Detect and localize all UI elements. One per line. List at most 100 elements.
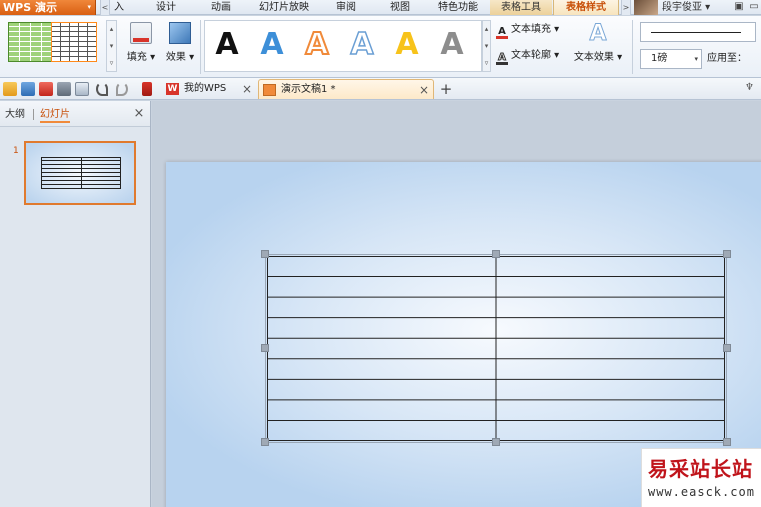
table-cell[interactable] [268, 318, 496, 338]
new-tab-button[interactable]: + [438, 79, 454, 99]
resize-handle-bottom[interactable] [492, 438, 500, 446]
table-cell[interactable] [497, 298, 725, 318]
tab-my-wps[interactable]: W 我的WPS × [162, 79, 256, 99]
expand-gallery-icon[interactable]: ▿ [107, 55, 116, 72]
table-cell[interactable] [268, 359, 496, 379]
table-cell[interactable] [497, 318, 725, 338]
table-cell[interactable] [497, 257, 725, 277]
menu-item-view[interactable]: 视图 [384, 0, 416, 15]
wordart-style-blue-outline[interactable]: A [342, 25, 382, 65]
menu-scroll-left-button[interactable]: < [100, 0, 110, 15]
app-name: WPS 演示 [3, 1, 57, 14]
wordart-style-gray[interactable]: A [432, 25, 472, 65]
expand-gallery-icon[interactable]: ▿ [483, 55, 490, 72]
table-cell[interactable] [268, 257, 496, 277]
table-cell[interactable] [497, 380, 725, 400]
table-cell[interactable] [497, 359, 725, 379]
line-weight-value: 1磅 [651, 53, 668, 64]
app-menu-button[interactable]: WPS 演示 ▾ [0, 0, 96, 15]
tab-outline[interactable]: 大纲 [5, 107, 25, 123]
resize-handle-bottom-right[interactable] [723, 438, 731, 446]
table-style-gallery-scroll[interactable]: ▴ ▾ ▿ [106, 20, 117, 72]
scroll-down-icon[interactable]: ▾ [483, 38, 490, 55]
wordart-style-gold[interactable]: A [387, 25, 427, 65]
wordart-gallery-scroll[interactable]: ▴ ▾ ▿ [482, 20, 491, 72]
scroll-down-icon[interactable]: ▾ [107, 38, 116, 55]
pin-icon[interactable] [142, 82, 152, 96]
apply-to-label[interactable]: 应用至： [707, 49, 747, 69]
close-icon[interactable]: × [132, 107, 146, 121]
table-cell[interactable] [268, 421, 496, 441]
menu-item-special[interactable]: 特色功能 [432, 0, 484, 15]
table-cell[interactable] [268, 277, 496, 297]
redo-icon[interactable] [116, 82, 128, 96]
effect-button[interactable]: 效果 ▾ [160, 20, 200, 74]
resize-handle-left[interactable] [261, 344, 269, 352]
table-style-plain-preset[interactable] [51, 22, 97, 62]
text-outline-label: 文本轮廓 ▾ [511, 50, 560, 61]
presentation-file-icon [263, 84, 276, 96]
text-outline-button[interactable]: A 文本轮廓 ▾ [496, 47, 559, 65]
line-style-dropdown[interactable] [640, 22, 756, 42]
scroll-up-icon[interactable]: ▴ [483, 21, 490, 38]
table-cell[interactable] [497, 339, 725, 359]
resize-handle-top-right[interactable] [723, 250, 731, 258]
tab-document-label: 演示文稿1 * [281, 84, 336, 95]
table-cell[interactable] [268, 380, 496, 400]
table-cell[interactable] [497, 421, 725, 441]
menu-tab-table-style[interactable]: 表格样式 [553, 0, 619, 15]
minimize-icon[interactable]: ▭ [748, 1, 760, 13]
resize-handle-right[interactable] [723, 344, 731, 352]
menu-scroll-right-button[interactable]: > [621, 0, 631, 15]
print-preview-icon[interactable] [75, 82, 89, 96]
close-icon[interactable]: × [242, 79, 252, 99]
slide-table[interactable] [267, 256, 725, 441]
panel-tab-divider [33, 109, 34, 120]
table-cell[interactable] [497, 277, 725, 297]
user-name[interactable]: 段宇俊亚 ▾ [662, 0, 710, 15]
table-cell[interactable] [268, 339, 496, 359]
table-style-green-preset[interactable] [8, 22, 54, 62]
menu-item-animation[interactable]: 动画 [204, 0, 238, 15]
editing-canvas[interactable] [152, 101, 761, 507]
table-cell[interactable] [268, 400, 496, 420]
wordart-style-orange-outline[interactable]: A [297, 25, 337, 65]
open-folder-icon[interactable] [3, 82, 17, 96]
resize-handle-bottom-left[interactable] [261, 438, 269, 446]
menu-item-slideshow[interactable]: 幻灯片放映 [254, 0, 314, 15]
fill-label: 填充 ▾ [126, 52, 156, 63]
tab-slides[interactable]: 幻灯片 [40, 107, 70, 123]
table-cell[interactable] [268, 298, 496, 318]
print-icon[interactable] [57, 82, 71, 96]
panel-header: 大纲 幻灯片 × [0, 101, 150, 127]
export-pdf-icon[interactable] [39, 82, 53, 96]
table-cell[interactable] [497, 400, 725, 420]
wordart-style-blue[interactable]: A [252, 25, 292, 65]
text-effect-label: 文本效果 ▾ [573, 52, 623, 63]
shirt-icon[interactable]: ▣ [733, 1, 745, 13]
save-icon[interactable] [21, 82, 35, 96]
text-fill-icon: A [496, 27, 508, 39]
text-fill-button[interactable]: A 文本填充 ▾ [496, 21, 559, 39]
wordart-style-black[interactable]: A [207, 25, 247, 65]
text-effect-button[interactable]: A 文本效果 ▾ [570, 20, 626, 64]
menu-item-design[interactable]: 设计 [150, 0, 182, 15]
menu-item-partial[interactable]: 入 [112, 0, 126, 15]
fill-button[interactable]: 填充 ▾ [121, 20, 161, 74]
tab-document[interactable]: 演示文稿1 * × [258, 79, 434, 99]
avatar[interactable] [634, 0, 658, 15]
close-icon[interactable]: × [419, 80, 429, 100]
menu-item-review[interactable]: 审阅 [330, 0, 362, 15]
scroll-up-icon[interactable]: ▴ [107, 21, 116, 38]
line-weight-dropdown[interactable]: 1磅 ▾ [640, 49, 702, 69]
tab-options-icon[interactable]: ♆ [745, 82, 757, 94]
resize-handle-top[interactable] [492, 250, 500, 258]
slide-thumbnail[interactable] [24, 141, 136, 205]
chevron-down-icon: ▾ [87, 3, 91, 11]
effect-label: 效果 ▾ [165, 52, 195, 63]
undo-icon[interactable] [96, 82, 108, 96]
menu-tab-table-tools[interactable]: 表格工具 [490, 0, 552, 15]
table-selection[interactable] [261, 250, 731, 446]
ribbon-divider [200, 20, 201, 74]
resize-handle-top-left[interactable] [261, 250, 269, 258]
